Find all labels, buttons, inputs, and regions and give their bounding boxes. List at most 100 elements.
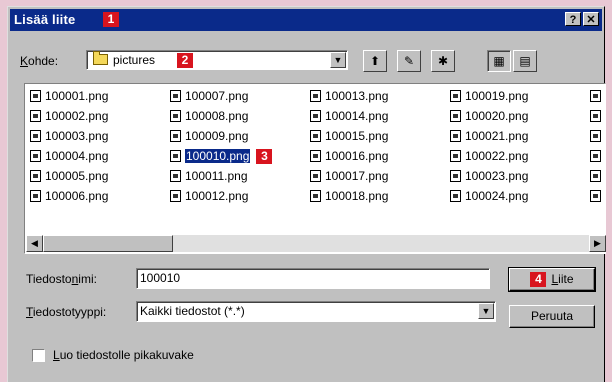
image-file-icon [590, 90, 601, 102]
list-view-icon: ▦ [493, 54, 505, 68]
image-file-icon [590, 130, 601, 142]
file-item-partial[interactable] [590, 108, 605, 125]
file-item[interactable]: 100007.png [170, 88, 248, 105]
up-folder-icon: ⬆ [369, 54, 381, 68]
file-name: 100012.png [185, 189, 249, 203]
file-item[interactable]: 100020.png [450, 108, 528, 125]
folder-icon [93, 51, 108, 65]
image-file-icon [310, 130, 321, 142]
image-file-icon [450, 90, 461, 102]
file-item[interactable]: 100013.png [310, 88, 388, 105]
file-item[interactable]: 100012.png [170, 188, 248, 205]
image-file-icon [310, 190, 321, 202]
image-file-icon [590, 170, 601, 182]
image-file-icon [450, 150, 461, 162]
scroll-right-icon[interactable]: ▶ [589, 235, 606, 252]
file-item[interactable]: 100006.png [30, 188, 108, 205]
file-name: 100013.png [325, 89, 389, 103]
file-name: 100005.png [45, 169, 109, 183]
image-file-icon [450, 130, 461, 142]
file-name: 100018.png [325, 189, 389, 203]
file-name: 100014.png [325, 109, 389, 123]
file-item[interactable]: 100001.png [30, 88, 108, 105]
title-bar: Lisää liite 1 ? ✕ [10, 9, 602, 31]
file-item[interactable]: 100024.png [450, 188, 528, 205]
file-name: 100019.png [465, 89, 529, 103]
filetype-dropdown[interactable]: Kaikki tiedostot (*.*) ▼ [136, 301, 496, 322]
image-file-icon [450, 170, 461, 182]
dialog-title: Lisää liite [14, 12, 76, 27]
new-folder-icon: ✱ [437, 54, 449, 68]
file-name: 100020.png [465, 109, 529, 123]
file-item[interactable]: 100005.png [30, 168, 108, 185]
filetype-value: Kaikki tiedostot (*.*) [140, 304, 245, 318]
filename-input[interactable]: 100010 [136, 268, 490, 289]
file-name: 100010.png [183, 148, 252, 164]
chevron-down-icon[interactable]: ▼ [478, 303, 494, 319]
file-item-partial[interactable] [590, 148, 605, 165]
file-item[interactable]: 100009.png [170, 128, 248, 145]
file-name: 100006.png [45, 189, 109, 203]
cancel-button[interactable]: Peruuta [509, 305, 595, 328]
location-label: Kohde: [20, 54, 59, 68]
file-item-partial[interactable] [590, 128, 605, 145]
chevron-down-icon[interactable]: ▼ [330, 52, 346, 68]
horizontal-scrollbar[interactable]: ◀ ▶ [26, 235, 606, 252]
callout-badge-3: 3 [256, 149, 273, 164]
callout-badge-1: 1 [103, 12, 119, 27]
file-item[interactable]: 100011.png [170, 168, 248, 185]
file-name: 100004.png [45, 149, 109, 163]
scroll-thumb[interactable] [43, 235, 173, 252]
file-name: 100003.png [45, 129, 109, 143]
file-item-partial[interactable] [590, 88, 605, 105]
file-item[interactable]: 100015.png [310, 128, 388, 145]
file-item[interactable]: 100008.png [170, 108, 248, 125]
file-item[interactable]: 100004.png [30, 148, 108, 165]
list-view-button[interactable]: ▦ [487, 50, 511, 72]
file-name: 100008.png [185, 109, 249, 123]
details-view-button[interactable]: ▤ [513, 50, 537, 72]
file-name: 100002.png [45, 109, 109, 123]
location-folder-name: pictures [113, 53, 156, 67]
file-item[interactable]: 100016.png [310, 148, 388, 165]
file-item-partial[interactable] [590, 168, 605, 185]
file-item[interactable]: 100003.png [30, 128, 108, 145]
file-name: 100021.png [465, 129, 529, 143]
image-file-icon [170, 130, 181, 142]
shortcut-checkbox[interactable] [32, 349, 45, 362]
file-item[interactable]: 100022.png [450, 148, 528, 165]
attach-button[interactable]: 4 Liite [508, 267, 596, 292]
file-item[interactable]: 100023.png [450, 168, 528, 185]
file-item-partial[interactable] [590, 188, 605, 205]
image-file-icon [310, 110, 321, 122]
desktop-button[interactable]: ✎ [397, 50, 421, 72]
up-folder-button[interactable]: ⬆ [363, 50, 387, 72]
help-button[interactable]: ? [565, 12, 581, 26]
file-name: 100001.png [45, 89, 109, 103]
file-item[interactable]: 100017.png [310, 168, 388, 185]
image-file-icon [170, 90, 181, 102]
file-name: 100007.png [185, 89, 249, 103]
filetype-label: Tiedostotyyppi: [26, 305, 107, 319]
image-file-icon [590, 110, 601, 122]
close-button[interactable]: ✕ [583, 12, 599, 26]
shortcut-label: Luo tiedostolle pikakuvake [53, 348, 194, 362]
file-item[interactable]: 100014.png [310, 108, 388, 125]
file-item[interactable]: 100018.png [310, 188, 388, 205]
file-list[interactable]: 100001.png 100002.png 100003.png 100004.png… [26, 85, 606, 235]
file-name: 100011.png [185, 169, 248, 183]
image-file-icon [30, 110, 41, 122]
file-item[interactable]: 100010.png 3 [170, 148, 273, 165]
image-file-icon [310, 170, 321, 182]
file-item[interactable]: 100019.png [450, 88, 528, 105]
new-folder-button[interactable]: ✱ [431, 50, 455, 72]
image-file-icon [450, 190, 461, 202]
image-file-icon [450, 110, 461, 122]
scroll-left-icon[interactable]: ◀ [26, 235, 43, 252]
image-file-icon [310, 90, 321, 102]
file-item[interactable]: 100021.png [450, 128, 528, 145]
file-name: 100009.png [185, 129, 249, 143]
file-name: 100024.png [465, 189, 529, 203]
file-item[interactable]: 100002.png [30, 108, 108, 125]
location-dropdown[interactable]: pictures 2 ▼ [86, 50, 348, 70]
